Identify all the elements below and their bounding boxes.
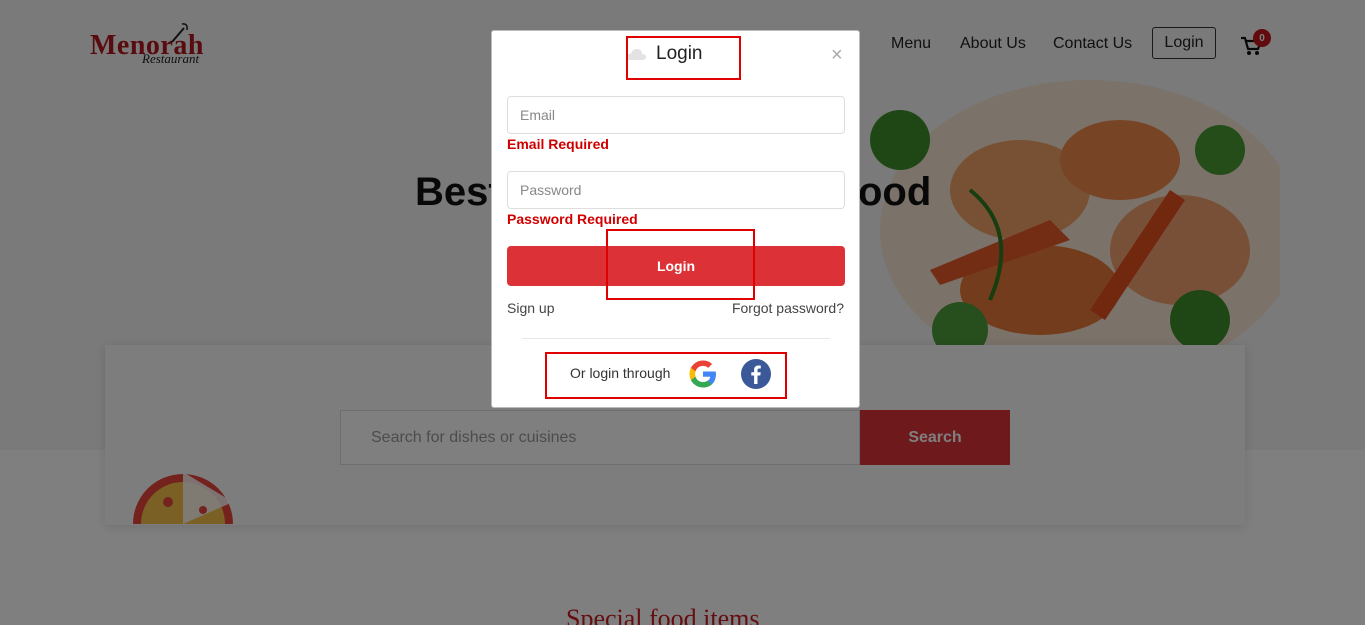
forgot-password-link[interactable]: Forgot password? <box>732 300 844 316</box>
password-error: Password Required <box>507 211 638 227</box>
close-icon[interactable]: × <box>831 45 843 65</box>
signup-link[interactable]: Sign up <box>507 300 554 316</box>
divider <box>522 338 830 339</box>
password-field[interactable]: Password <box>507 171 845 209</box>
email-error: Email Required <box>507 136 609 152</box>
highlight-modal-title <box>626 36 741 80</box>
highlight-social-login <box>545 352 787 399</box>
highlight-login-button <box>606 229 755 300</box>
email-field[interactable]: Email <box>507 96 845 134</box>
